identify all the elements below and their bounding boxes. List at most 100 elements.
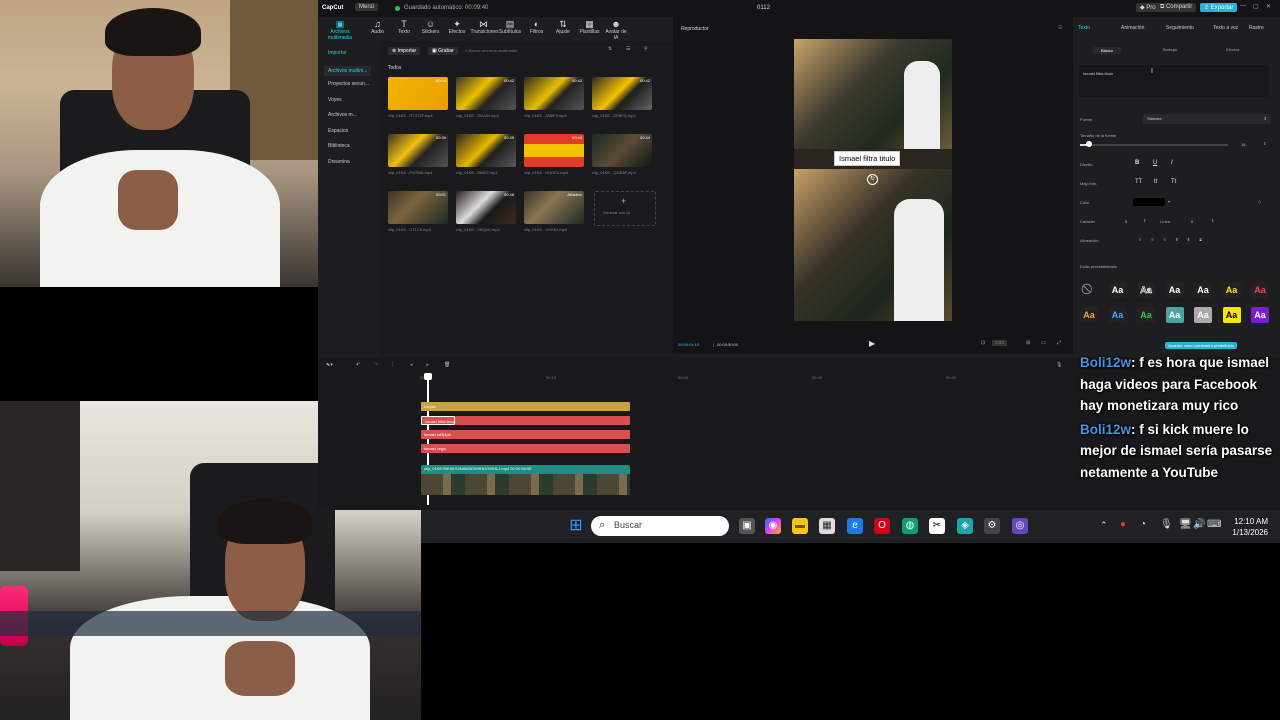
sidebar-item[interactable]: Biblioteca [328,143,350,149]
text-preset-7[interactable]: Aa [1080,307,1098,323]
record-button[interactable]: ▣ Grabar [428,47,458,55]
text-input[interactable]: Ismael filtra titulo I [1079,65,1269,97]
generate-ai-tile[interactable]: + Generar con IA [594,191,656,226]
clock-time[interactable]: 12:10 AM [1223,517,1268,526]
fullscreen-icon[interactable]: ⤢ [1057,340,1061,346]
no-preset-icon[interactable]: ⃠ [1080,282,1098,298]
timeline-track-extension[interactable] [455,416,630,425]
align-buttons[interactable]: ≡≡≡⫴⫴≣ [1139,237,1212,242]
import-button[interactable]: ⊕ Importar [388,47,421,55]
color-swatch[interactable] [1133,198,1165,206]
tray-chevron-icon[interactable]: ⌃ [1100,520,1108,531]
toolbar-filters[interactable]: ◐ Filtros [524,19,550,35]
size-slider-knob[interactable] [1085,141,1092,147]
tray-record-icon[interactable]: ● [1120,519,1126,530]
size-value[interactable]: 15 [1241,142,1245,147]
split-right-icon[interactable]: ⫸ [426,362,429,368]
text-preset-2[interactable]: Aa [1137,282,1155,298]
text-preset-10[interactable]: Aa [1165,307,1184,323]
toolbar-subtitles[interactable]: ▤ Subtítulos [497,19,523,35]
video-track[interactable]: clip_01KE7BK9KG2NAW3DW9HLVHXHLJ.mp4 00:0… [421,465,630,495]
keyboard-icon[interactable]: ⌨ [1207,519,1221,530]
filter-all[interactable]: Todos [388,65,401,71]
toolbar-text[interactable]: T Texto [391,19,417,35]
caption-text[interactable]: Ismael filtra titulo [834,151,901,166]
media-clip-thumbnail[interactable]: 00:48 [456,191,516,224]
maximize-button[interactable]: ▢ [1253,3,1259,10]
close-icon[interactable]: ✕ [1266,3,1271,10]
delete-icon[interactable]: 🗑 [444,362,450,368]
media-clip-thumbnail[interactable]: 00:44 [524,134,584,167]
underline-button[interactable]: U [1153,160,1157,166]
text-preset-5[interactable]: Aa [1222,282,1241,298]
subtab-2[interactable]: Efectos [1226,47,1239,52]
store-icon[interactable]: ▦ [819,518,835,534]
line-stepper-icon[interactable]: ⇕ [1211,218,1214,223]
bold-button[interactable]: B [1135,160,1139,166]
streaming-app-icon[interactable]: ◎ [1012,518,1028,534]
text-preset-8[interactable]: Aa [1108,307,1127,323]
share-button[interactable]: ⧉ Compartir [1156,3,1197,12]
redo-icon[interactable]: ↷ [374,362,378,368]
windows-start-icon[interactable]: ⊞ [568,518,584,534]
network-icon[interactable]: 🖥 [1179,519,1192,530]
subtab-1[interactable]: Burbuja [1163,47,1177,52]
view-icon[interactable]: ☰ [626,46,630,52]
toolbar-adjust[interactable]: ⇅ Ajuste [550,19,576,35]
toolbar-effects[interactable]: ✦ Efectos [444,19,470,35]
sidebar-item[interactable]: Importar [328,50,347,56]
size-slider[interactable] [1080,141,1228,147]
subtab-0[interactable]: Básico [1093,47,1122,54]
snapshot-icon[interactable]: ⊞ [1026,340,1030,346]
toolbar-audio[interactable]: ♫ Audio [365,19,391,35]
text-preset-13[interactable]: Aa [1251,307,1269,323]
toolbar-transitions[interactable]: ⋈ Transiciones [471,19,499,35]
rotate-handle-icon[interactable]: ↻ [867,174,878,185]
sidebar-item[interactable]: Espacios [328,128,348,134]
titlecase-button[interactable]: Tt [1171,179,1176,185]
toolbar-avatar[interactable]: ☻ Avatar de IA [603,19,629,41]
file-explorer-icon[interactable]: ▬ [792,518,808,534]
text-preset-11[interactable]: Aa [1194,307,1212,323]
tray-mic-icon[interactable]: 🎙 [1160,519,1173,530]
uppercase-button[interactable]: TT [1135,179,1142,185]
timeline-track[interactable]: Limpio [421,402,630,411]
sidebar-item[interactable]: Archivos m... [328,112,357,118]
toolbar-sticker[interactable]: ☺ Stickers [418,19,444,35]
save-preset-button[interactable]: Guardar como parámetro predefinido [1165,342,1237,349]
text-preset-6[interactable]: Aa [1251,282,1269,298]
font-select[interactable]: Sistema ⇕ [1143,114,1271,124]
size-stepper-icon[interactable]: ⇕ [1263,141,1266,146]
volume-icon[interactable]: 🔊 [1193,519,1205,530]
text-preset-1[interactable]: Aa [1108,282,1127,298]
filter-icon[interactable]: ⚲ [644,46,648,52]
select-tool-icon[interactable]: ⬉▾ [326,362,333,368]
tray-app-icon[interactable]: ◔ [1140,519,1146,530]
media-clip-thumbnail[interactable]: 00:44 [592,134,652,167]
media-search-input[interactable]: ⌕ Buscar archivos multimedia [465,48,585,53]
minimize-button[interactable]: — [1240,3,1246,9]
crop-icon[interactable]: ⊡ [981,340,985,346]
sidebar-item[interactable]: Proyectos secun... [328,81,369,87]
media-clip-thumbnail[interactable]: 00:51 [388,191,448,224]
color-chevron-icon[interactable]: ▾ [1168,199,1170,204]
task-view-icon[interactable]: ▣ [739,518,755,534]
text-preset-3[interactable]: Aa [1165,282,1184,298]
lowercase-button[interactable]: tt [1154,179,1157,185]
taskbar-search-input[interactable]: ⌕ Buscar [591,516,729,536]
capcut-taskbar-icon[interactable]: ✂ [929,518,945,534]
undo-icon[interactable]: ↶ [356,362,360,368]
timeline-track[interactable]: Ismael vega [421,444,630,453]
playhead-handle[interactable] [424,373,432,380]
text-preset-4[interactable]: Aa [1194,282,1212,298]
export-button[interactable]: ⇪ Exportar [1200,3,1238,12]
video-preview[interactable]: Ismael filtra titulo ↻ [794,39,952,321]
tab-0[interactable]: Texto [1078,25,1090,31]
play-icon[interactable]: ▶ [869,339,875,348]
media-clip-thumbnail[interactable]: 00:39 [388,134,448,167]
char-spacing-value[interactable]: 0 [1125,219,1127,224]
line-spacing-value[interactable]: 0 [1191,219,1193,224]
tab-4[interactable]: Rastre [1249,25,1264,31]
app-icon[interactable]: ◈ [957,518,973,534]
player-menu-icon[interactable]: ☰ [1058,25,1062,31]
